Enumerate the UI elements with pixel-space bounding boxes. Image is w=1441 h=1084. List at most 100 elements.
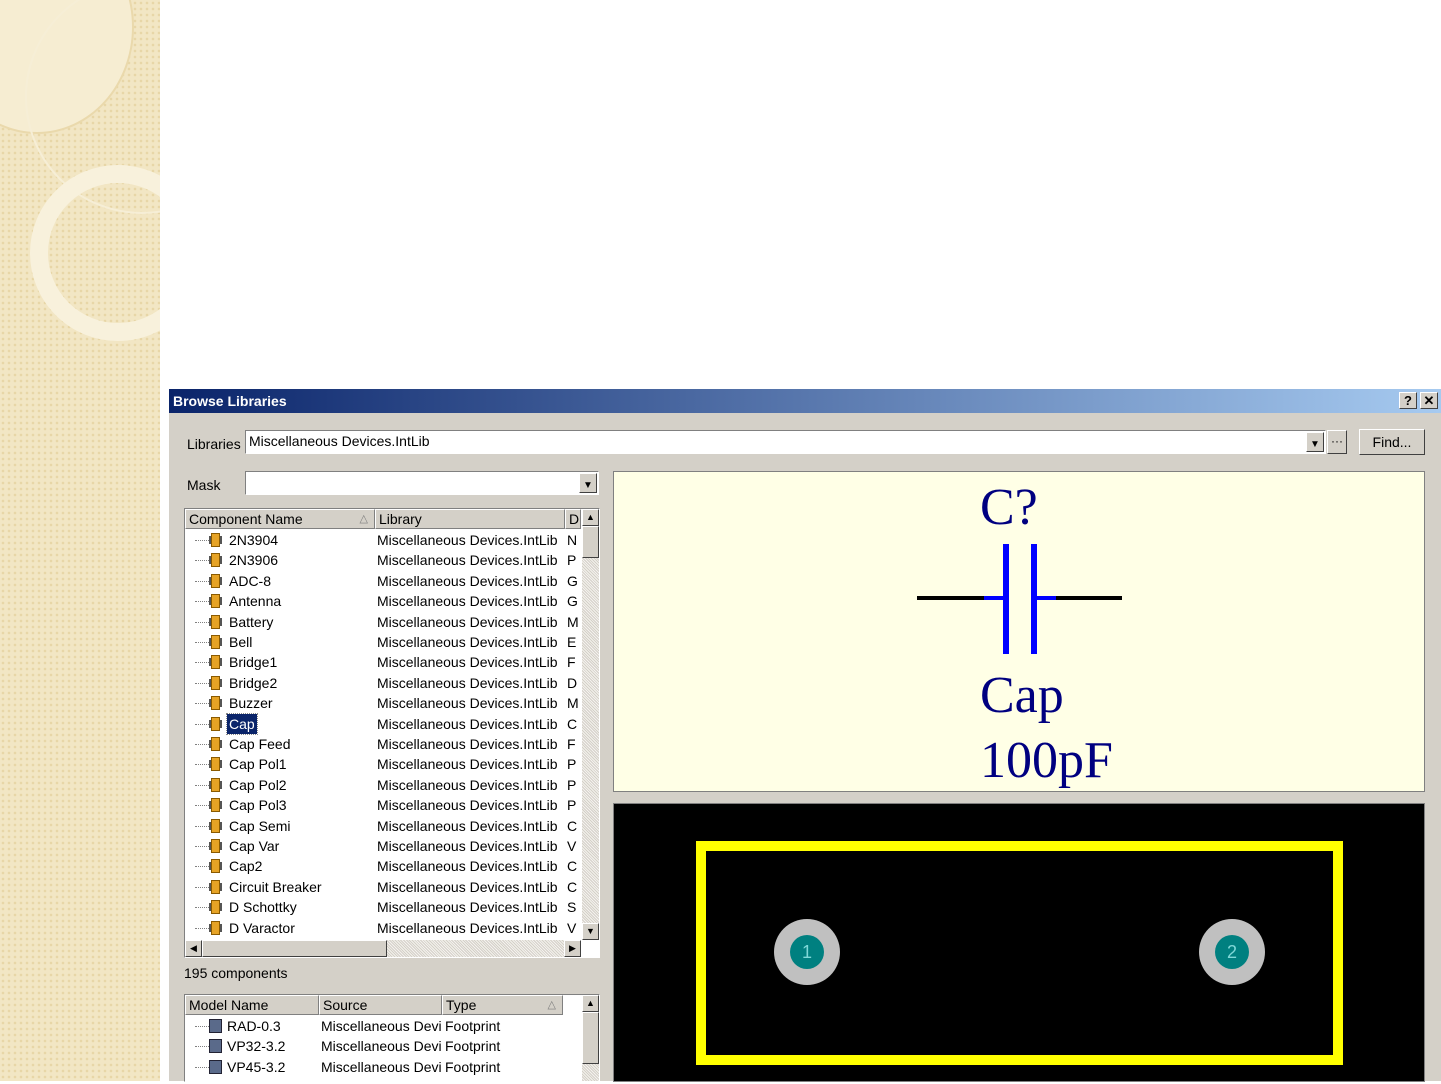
component-description: C [567, 878, 578, 895]
component-row[interactable]: Battery Miscellaneous Devices.IntLib M [185, 612, 581, 632]
model-row[interactable]: VP32-3.2 Miscellaneous Devi Footprint [185, 1036, 563, 1056]
component-icon [209, 553, 222, 568]
scroll-up-icon[interactable]: ▲ [582, 995, 599, 1012]
component-name: Cap Pol1 [229, 756, 287, 773]
dialog-title: Browse Libraries [173, 393, 287, 409]
column-header-library[interactable]: Library [375, 509, 565, 529]
model-row[interactable]: RAD-0.3 Miscellaneous Devi Footprint [185, 1016, 563, 1036]
component-row[interactable]: Bridge1 Miscellaneous Devices.IntLib F [185, 652, 581, 672]
component-description: P [567, 756, 577, 773]
pad-1-label: 1 [802, 942, 812, 962]
scroll-down-icon[interactable]: ▼ [582, 923, 599, 940]
tree-connector [195, 907, 209, 909]
component-icon [209, 696, 222, 711]
component-icon [209, 839, 222, 853]
component-icon [209, 675, 222, 690]
chevron-down-icon[interactable] [1306, 432, 1324, 452]
component-row[interactable]: Bridge2 Miscellaneous Devices.IntLib D [185, 673, 581, 693]
component-row[interactable]: Circuit Breaker Miscellaneous Devices.Int… [185, 877, 581, 897]
component-description: P [567, 776, 577, 793]
component-library: Miscellaneous Devices.IntLib [377, 919, 558, 936]
component-list-horizontal-scrollbar[interactable]: ◀ ▶ [185, 940, 581, 957]
scroll-thumb[interactable] [582, 526, 599, 558]
tree-connector [195, 866, 209, 868]
component-description: V [567, 919, 577, 936]
component-name: Bridge2 [229, 674, 278, 691]
chevron-down-icon[interactable] [579, 473, 597, 493]
component-row[interactable]: Cap Pol1 Miscellaneous Devices.IntLib P [185, 754, 581, 774]
scroll-up-icon[interactable]: ▲ [582, 509, 599, 526]
component-row[interactable]: Cap Miscellaneous Devices.IntLib C [185, 712, 581, 735]
component-row[interactable]: 2N3904 Miscellaneous Devices.IntLib N [185, 530, 581, 550]
model-type: Footprint [445, 1018, 501, 1034]
find-button[interactable]: Find... [1359, 429, 1425, 455]
comment-text: Cap [980, 667, 1064, 724]
model-list-vertical-scrollbar[interactable]: ▲ [582, 995, 599, 1081]
designator-text: C? [980, 479, 1038, 536]
scroll-left-icon[interactable]: ◀ [185, 940, 202, 957]
tree-connector [195, 682, 209, 684]
component-row[interactable]: Cap Pol2 Miscellaneous Devices.IntLib P [185, 775, 581, 795]
component-icon [209, 757, 222, 772]
component-library: Miscellaneous Devices.IntLib [377, 532, 558, 548]
component-library: Miscellaneous Devices.IntLib [377, 613, 558, 630]
component-name: ADC-8 [229, 572, 272, 589]
scroll-right-icon[interactable]: ▶ [564, 940, 581, 957]
component-list[interactable]: Component Name △ Library D 2N3904 Miscell… [184, 508, 600, 958]
column-header-type[interactable]: Type △ [442, 995, 563, 1015]
component-row[interactable]: 2N3906 Miscellaneous Devices.IntLib P [185, 550, 581, 570]
component-name: Cap [226, 712, 258, 735]
model-name: RAD-0.3 [227, 1018, 281, 1034]
component-row[interactable]: D Schottky Miscellaneous Devices.IntLib S [185, 897, 581, 917]
close-button[interactable]: ✕ [1420, 392, 1438, 409]
component-library: Miscellaneous Devices.IntLib [377, 695, 558, 712]
component-description: F [567, 654, 576, 671]
libraries-label: Libraries [187, 436, 241, 452]
component-row[interactable]: Cap Var Miscellaneous Devices.IntLib V [185, 836, 581, 856]
scroll-thumb[interactable] [202, 940, 387, 957]
component-row[interactable]: Cap2 Miscellaneous Devices.IntLib C [185, 856, 581, 876]
column-header-model-name[interactable]: Model Name [185, 995, 319, 1015]
component-row[interactable]: Buzzer Miscellaneous Devices.IntLib M [185, 693, 581, 713]
component-description: M [567, 695, 579, 712]
component-name: Battery [229, 613, 274, 630]
component-library: Miscellaneous Devices.IntLib [377, 858, 558, 875]
tree-connector [195, 784, 209, 786]
model-row[interactable]: VP45-3.2 Miscellaneous Devi Footprint [185, 1057, 563, 1077]
component-row[interactable]: Cap Pol3 Miscellaneous Devices.IntLib P [185, 795, 581, 815]
column-header-source[interactable]: Source [319, 995, 442, 1015]
component-list-header: Component Name △ Library D [185, 509, 581, 529]
component-name: Cap Semi [229, 817, 291, 834]
component-row[interactable]: Antenna Miscellaneous Devices.IntLib G [185, 591, 581, 611]
component-name: 2N3904 [229, 532, 279, 548]
component-description: E [567, 634, 577, 650]
help-button[interactable]: ? [1399, 392, 1417, 409]
model-name: VP45-3.2 [227, 1058, 286, 1075]
component-library: Miscellaneous Devices.IntLib [377, 899, 558, 916]
tree-connector [195, 723, 209, 725]
component-name: Circuit Breaker [229, 878, 322, 895]
component-library: Miscellaneous Devices.IntLib [377, 797, 558, 814]
component-row[interactable]: Cap Semi Miscellaneous Devices.IntLib C [185, 816, 581, 836]
tree-connector [195, 560, 209, 562]
libraries-dropdown[interactable]: Miscellaneous Devices.IntLib [245, 430, 1326, 454]
mask-input[interactable] [245, 471, 599, 495]
scroll-thumb[interactable] [582, 1012, 599, 1064]
component-row[interactable]: D Varactor Miscellaneous Devices.IntLib V [185, 918, 581, 938]
libraries-value: Miscellaneous Devices.IntLib [249, 433, 430, 449]
column-header-component-name[interactable]: Component Name △ [185, 509, 375, 529]
column-header-description[interactable]: D [565, 509, 581, 529]
component-row[interactable]: Cap Feed Miscellaneous Devices.IntLib F [185, 734, 581, 754]
tree-connector [195, 601, 209, 603]
component-description: M [567, 613, 579, 630]
component-library: Miscellaneous Devices.IntLib [377, 572, 558, 589]
browse-more-button[interactable]: ··· [1327, 430, 1347, 454]
component-row[interactable]: Bell Miscellaneous Devices.IntLib E [185, 632, 581, 652]
decorative-strip [0, 0, 160, 1081]
component-row[interactable]: ADC-8 Miscellaneous Devices.IntLib G [185, 571, 581, 591]
component-icon [209, 573, 222, 588]
model-list[interactable]: Model Name Source Type △ RAD-0.3 Miscella… [184, 994, 600, 1082]
footprint-drawing: 1 2 [696, 841, 1343, 1065]
component-description: C [567, 817, 578, 834]
component-list-vertical-scrollbar[interactable]: ▲ ▼ [582, 509, 599, 940]
